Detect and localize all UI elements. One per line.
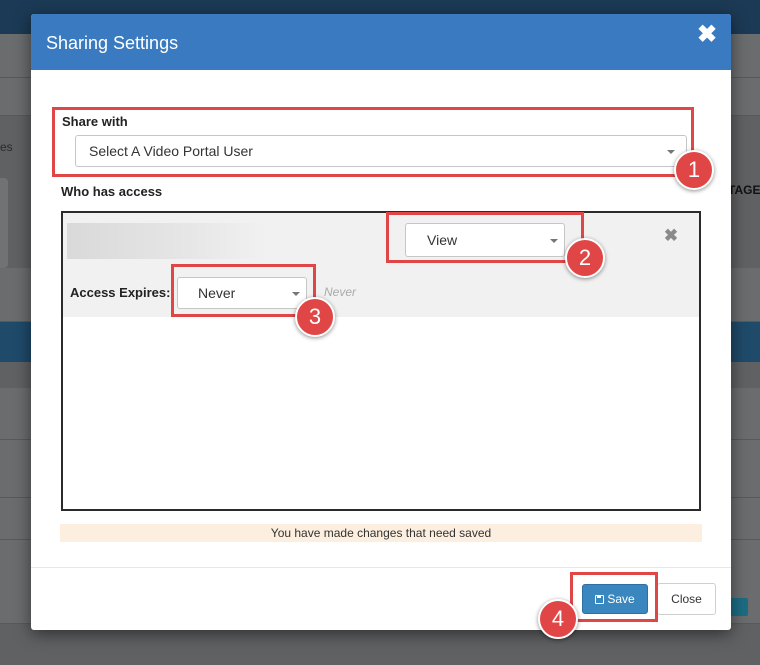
expires-hint: Never <box>324 285 357 299</box>
background-panel <box>0 178 8 268</box>
who-has-access-label: Who has access <box>61 184 163 199</box>
background-text: es <box>0 140 13 154</box>
background-button <box>730 598 748 616</box>
remove-access-icon[interactable]: ✖ <box>663 227 679 245</box>
annotation-highlight <box>52 107 694 177</box>
background-text: TAGE <box>728 183 760 197</box>
unsaved-changes-notice: You have made changes that need saved <box>60 524 702 542</box>
annotation-highlight <box>386 212 584 263</box>
access-list: View ✖ Access Expires: Never Never <box>61 211 701 511</box>
dialog-title: Sharing Settings <box>46 33 179 53</box>
annotation-marker: 3 <box>295 297 335 337</box>
annotation-highlight <box>171 264 316 317</box>
close-icon[interactable]: ✖ <box>695 22 719 48</box>
user-name-redacted <box>67 223 267 259</box>
annotation-marker: 4 <box>538 599 578 639</box>
dialog-footer-divider <box>31 567 731 568</box>
dialog-header: Sharing Settings ✖ <box>31 14 731 70</box>
annotation-highlight <box>570 572 658 622</box>
access-expires-label: Access Expires: <box>70 285 171 300</box>
close-button[interactable]: Close <box>657 583 716 615</box>
annotation-marker: 1 <box>674 150 714 190</box>
annotation-marker: 2 <box>565 238 605 278</box>
